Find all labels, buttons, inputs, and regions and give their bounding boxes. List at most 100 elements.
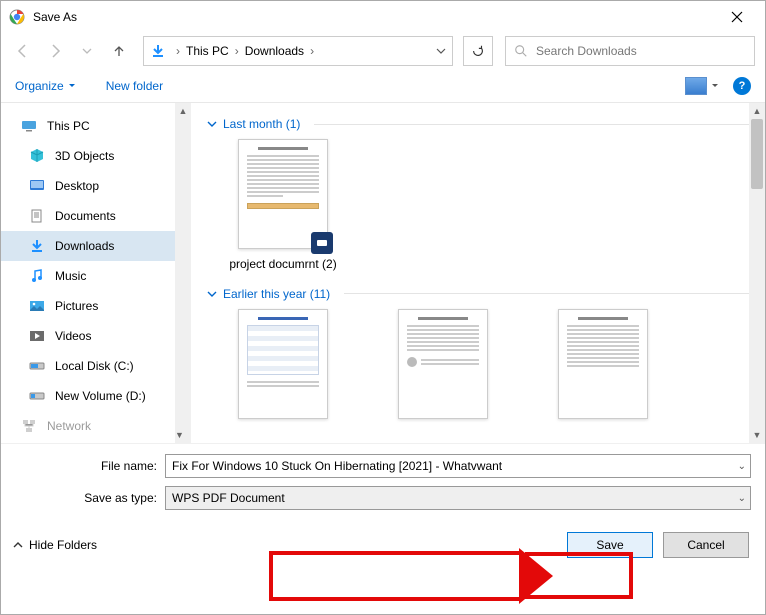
file-list: Last month (1) project documrnt (2) Earl… [191,103,765,443]
tree-label: Network [47,419,91,433]
scroll-down-icon[interactable]: ▼ [749,427,765,443]
documents-icon [29,208,45,224]
tree-music[interactable]: Music [1,261,191,291]
desktop-icon [29,178,45,194]
annotation-highlight-box [525,552,633,599]
scroll-down-icon[interactable]: ▼ [175,427,184,443]
annotation-arrow [269,551,519,601]
help-button[interactable]: ? [733,77,751,95]
scrollbar-thumb[interactable] [751,119,763,189]
scroll-up-icon[interactable]: ▲ [749,103,765,119]
chevron-right-icon: › [231,44,243,58]
scroll-up-icon[interactable]: ▲ [175,103,191,119]
chevron-right-icon: › [306,44,318,58]
tree-label: Music [55,269,86,283]
tree-3d-objects[interactable]: 3D Objects [1,141,191,171]
pc-icon [21,118,37,134]
downloads-glyph-icon [150,43,166,59]
file-item[interactable]: project documrnt (2) [223,139,343,273]
file-name-value: Fix For Windows 10 Stuck On Hibernating … [172,459,502,473]
tree-label: New Volume (D:) [55,389,146,403]
navigation-tree: This PC 3D Objects Desktop Documents Dow… [1,103,191,443]
organize-menu[interactable]: Organize [15,79,76,93]
disk-icon [29,388,45,404]
search-icon [514,44,528,58]
tree-label: Local Disk (C:) [55,359,134,373]
videos-icon [29,328,45,344]
chevron-down-icon [207,289,217,299]
group-earlier-this-year[interactable]: Earlier this year (11) [207,287,755,301]
tree-desktop[interactable]: Desktop [1,171,191,201]
save-type-combo[interactable]: WPS PDF Document ⌄ [165,486,751,510]
group-label: Last month (1) [223,117,300,131]
address-bar[interactable]: › This PC › Downloads › [143,36,453,66]
file-item[interactable] [543,309,663,419]
tree-videos[interactable]: Videos [1,321,191,351]
save-type-label: Save as type: [15,491,165,505]
new-folder-button[interactable]: New folder [106,79,163,93]
divider [344,293,755,294]
file-thumbnail [398,309,488,419]
cube-icon [29,148,45,164]
tree-pictures[interactable]: Pictures [1,291,191,321]
title-bar: Save As [1,1,765,33]
chevron-down-icon [68,82,76,90]
recent-dropdown[interactable] [73,37,101,65]
tree-new-volume-d[interactable]: New Volume (D:) [1,381,191,411]
save-form: File name: Fix For Windows 10 Stuck On H… [1,443,765,522]
file-thumbnail [238,139,328,249]
chevron-right-icon: › [172,44,184,58]
file-item[interactable] [223,309,343,419]
tree-label: This PC [47,119,90,133]
divider [314,124,755,125]
tree-label: Downloads [55,239,114,253]
app-icon [9,9,25,25]
chevron-down-icon[interactable]: ⌄ [738,493,746,504]
tree-scrollbar[interactable]: ▲ ▼ [175,103,191,443]
tree-label: Desktop [55,179,99,193]
window-title: Save As [33,10,717,24]
tree-label: 3D Objects [55,149,114,163]
chevron-down-icon [711,82,719,90]
forward-button[interactable] [41,37,69,65]
file-name-label: File name: [15,459,165,473]
tree-downloads[interactable]: Downloads [1,231,191,261]
group-last-month[interactable]: Last month (1) [207,117,755,131]
search-placeholder: Search Downloads [536,44,637,58]
up-button[interactable] [105,37,133,65]
breadcrumb-this-pc[interactable]: This PC [184,44,231,58]
breadcrumb-downloads[interactable]: Downloads [243,44,306,58]
downloads-icon [29,238,45,254]
save-type-value: WPS PDF Document [172,491,285,505]
file-name-input[interactable]: Fix For Windows 10 Stuck On Hibernating … [165,454,751,478]
disk-icon [29,358,45,374]
tree-label: Documents [55,209,116,223]
tree-label: Pictures [55,299,98,313]
file-thumbnail [238,309,328,419]
pdf-badge-icon [311,232,333,254]
tree-label: Videos [55,329,91,343]
chevron-up-icon [13,540,23,550]
navigation-row: › This PC › Downloads › Search Downloads [1,33,765,69]
search-input[interactable]: Search Downloads [505,36,755,66]
file-thumbnail [558,309,648,419]
tree-network[interactable]: Network [1,411,191,441]
view-icon [685,77,707,95]
group-label: Earlier this year (11) [223,287,330,301]
body-split: This PC 3D Objects Desktop Documents Dow… [1,103,765,443]
chevron-down-icon[interactable]: ⌄ [738,461,746,472]
refresh-button[interactable] [463,36,493,66]
view-button[interactable] [685,77,719,95]
cancel-button[interactable]: Cancel [663,532,749,558]
tree-this-pc[interactable]: This PC [1,111,191,141]
address-dropdown[interactable] [436,46,446,56]
close-button[interactable] [717,3,757,31]
back-button[interactable] [9,37,37,65]
tree-local-disk-c[interactable]: Local Disk (C:) [1,351,191,381]
file-label: project documrnt (2) [229,257,336,273]
content-scrollbar[interactable]: ▲ ▼ [749,103,765,443]
tree-documents[interactable]: Documents [1,201,191,231]
hide-folders-toggle[interactable]: Hide Folders [13,538,97,552]
file-item[interactable] [383,309,503,419]
pictures-icon [29,298,45,314]
